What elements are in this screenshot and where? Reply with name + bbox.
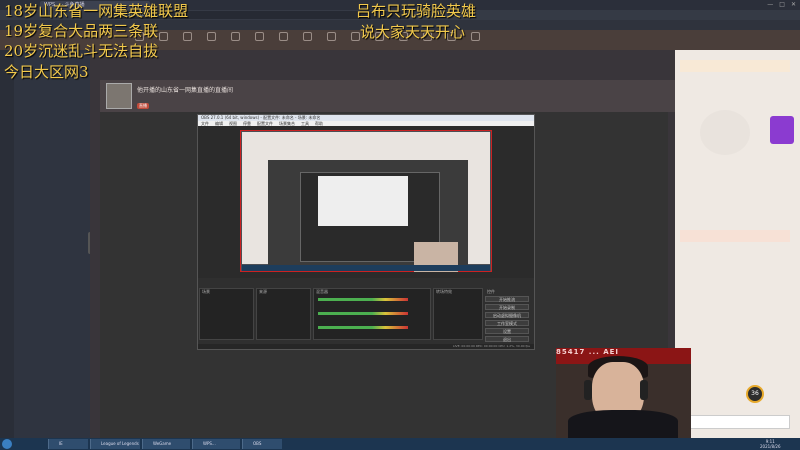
webcam-person-body bbox=[568, 410, 678, 438]
overlay-caption: 说大家天天开心 bbox=[360, 23, 466, 41]
window-controls: — □ ✕ bbox=[767, 1, 796, 8]
headphone-icon bbox=[640, 380, 648, 400]
maximize-icon[interactable]: □ bbox=[779, 1, 785, 8]
category-item[interactable] bbox=[250, 32, 268, 42]
obs-menu-item[interactable]: 工具 bbox=[301, 121, 309, 126]
sources-dock bbox=[256, 288, 311, 340]
category-icon bbox=[206, 32, 216, 41]
mixer-meter bbox=[318, 298, 408, 301]
clock-date: 2021/8/26 bbox=[760, 444, 781, 449]
chat-highlight bbox=[680, 230, 790, 242]
gift-icon[interactable] bbox=[770, 116, 794, 144]
obs-menu-item[interactable]: 停靠 bbox=[243, 121, 251, 126]
obs-control-button[interactable]: 设置 bbox=[485, 328, 529, 334]
scenes-dock bbox=[199, 288, 254, 340]
overlay-caption: 20岁沉迷乱斗无法自拔 bbox=[4, 42, 159, 60]
category-icon bbox=[278, 32, 288, 41]
start-icon[interactable] bbox=[2, 439, 12, 449]
transitions-header: 转场特效 bbox=[436, 289, 452, 294]
obs-menu-item[interactable]: 帮助 bbox=[315, 121, 323, 126]
category-sidebar bbox=[14, 50, 90, 438]
overlay-caption: 18岁山东省一网集英雄联盟 bbox=[4, 2, 189, 20]
obs-menu-item[interactable]: 配置文件 bbox=[257, 121, 273, 126]
transitions-dock bbox=[433, 288, 483, 340]
minimize-icon[interactable]: — bbox=[767, 1, 773, 8]
obs-menu-item[interactable]: 场景集合 bbox=[279, 121, 295, 126]
icon-sidebar bbox=[0, 50, 14, 438]
room-tag: 直播 bbox=[137, 103, 149, 109]
taskbar-item[interactable]: IE bbox=[48, 439, 88, 449]
category-icon bbox=[230, 32, 240, 41]
chat-panel bbox=[675, 50, 800, 438]
obs-control-button[interactable]: 工作室模式 bbox=[485, 320, 529, 326]
overlay-caption: 今日大区网3 bbox=[4, 63, 89, 81]
mixer-meter bbox=[318, 312, 408, 315]
preview-taskbar bbox=[242, 265, 490, 271]
category-icon bbox=[326, 32, 336, 41]
obs-menu-item[interactable]: 文件 bbox=[201, 121, 209, 126]
category-item[interactable] bbox=[202, 32, 220, 42]
panel-illustration bbox=[700, 110, 750, 155]
preview-nested-page bbox=[318, 176, 408, 226]
category-icon bbox=[350, 32, 360, 41]
level-badge[interactable]: 36 bbox=[746, 385, 764, 403]
category-item[interactable] bbox=[274, 32, 292, 42]
obs-control-button[interactable]: 开始推流 bbox=[485, 296, 529, 302]
category-item[interactable] bbox=[298, 32, 316, 42]
category-item[interactable] bbox=[178, 32, 196, 42]
obs-control-button[interactable]: 开始录制 bbox=[485, 304, 529, 310]
taskbar-item[interactable]: WPS... bbox=[192, 439, 240, 449]
sources-header: 来源 bbox=[259, 289, 267, 294]
controls-header: 控件 bbox=[487, 289, 495, 294]
category-icon bbox=[302, 32, 312, 41]
category-icon bbox=[254, 32, 264, 41]
category-item[interactable] bbox=[322, 32, 340, 42]
rank-banner bbox=[680, 60, 790, 72]
chat-input[interactable] bbox=[680, 415, 790, 429]
overlay-caption: 19岁复合大品两三条联 bbox=[4, 22, 159, 40]
category-item[interactable] bbox=[226, 32, 244, 42]
mixer-header: 混音器 bbox=[316, 289, 328, 294]
category-icon bbox=[182, 32, 192, 41]
clock: 9:11 2021/8/26 bbox=[760, 439, 781, 449]
overlay-caption: 吕布只玩骑脸英雄 bbox=[356, 2, 477, 20]
obs-status-bar: LIVE: 00:00:00 REC: 00:00:00 CPU: 1.2%, … bbox=[198, 344, 534, 349]
obs-menu-item[interactable]: 编辑 bbox=[215, 121, 223, 126]
obs-control-button[interactable]: 启动虚拟摄像机 bbox=[485, 312, 529, 318]
room-title: 他开播的山东省一网集直播的直播间 bbox=[137, 87, 234, 94]
obs-menu-bar: 文件 编辑 视图 停靠 配置文件 场景集合 工具 帮助 bbox=[198, 121, 534, 126]
scenes-header: 场景 bbox=[202, 289, 210, 294]
category-icon bbox=[470, 32, 480, 41]
category-icon bbox=[158, 32, 168, 41]
mixer-meter bbox=[318, 326, 408, 329]
obs-menu-item[interactable]: 视图 bbox=[229, 121, 237, 126]
obs-control-button[interactable]: 退出 bbox=[485, 336, 529, 342]
avatar[interactable] bbox=[106, 83, 132, 109]
taskbar-item[interactable]: OBS bbox=[242, 439, 282, 449]
headphone-icon bbox=[584, 380, 592, 400]
taskbar-item[interactable]: League of Legends bbox=[90, 439, 140, 449]
close-icon[interactable]: ✕ bbox=[791, 1, 796, 8]
taskbar-item[interactable]: WeGame bbox=[142, 439, 190, 449]
category-item[interactable] bbox=[466, 32, 484, 42]
